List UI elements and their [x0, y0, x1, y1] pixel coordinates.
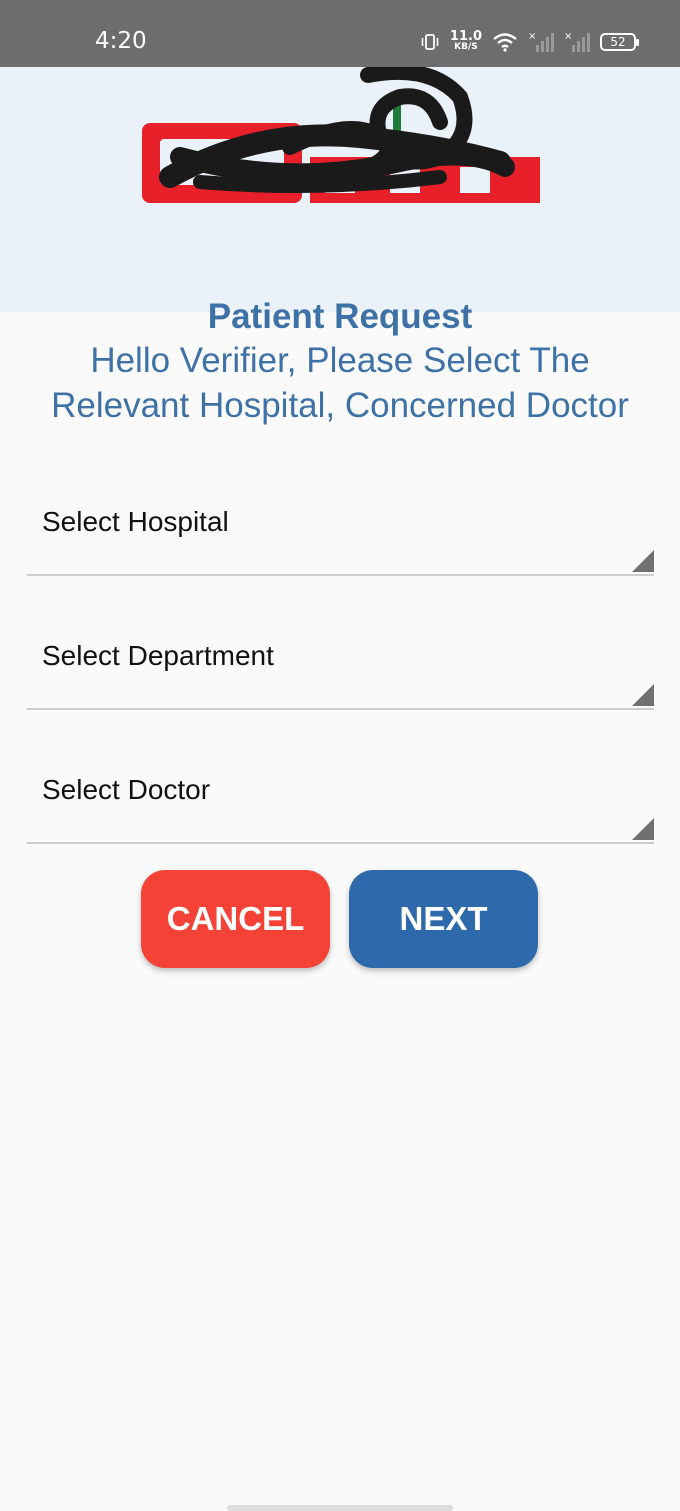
dropdown-arrow-icon: [632, 550, 654, 572]
svg-text:×: ×: [528, 31, 536, 42]
svg-text:×: ×: [564, 31, 572, 42]
hospital-select-label: Select Hospital: [42, 506, 229, 537]
hospital-select[interactable]: Select Hospital: [27, 486, 654, 576]
home-indicator[interactable]: [227, 1505, 453, 1511]
next-button[interactable]: NEXT: [349, 870, 538, 968]
instruction-text: Hello Verifier, Please Select The Releva…: [20, 338, 660, 428]
department-select[interactable]: Select Department: [27, 620, 654, 710]
network-speed-value: 11.0: [449, 29, 482, 44]
status-icons: 11.0 KB/S × × 52: [420, 29, 639, 55]
network-speed-unit: KB/S: [454, 42, 478, 52]
signal-icon: ×: [564, 31, 590, 52]
instruction-line-2: Relevant Hospital, Concerned Doctor: [51, 386, 629, 425]
header: Patient Request: [0, 67, 680, 336]
status-time: 4:20: [95, 28, 147, 54]
doctor-select[interactable]: Select Doctor: [27, 754, 654, 844]
hospital-logo: [142, 67, 540, 203]
wifi-icon: [493, 33, 517, 52]
battery-level: 52: [610, 35, 626, 49]
vibrate-icon: [421, 34, 439, 50]
battery-icon: 52: [600, 33, 639, 51]
dropdown-arrow-icon: [632, 818, 654, 840]
instruction-line-1: Hello Verifier, Please Select The: [90, 341, 590, 380]
status-bar: 4:20 11.0 KB/S × × 52: [0, 0, 680, 67]
page-title: Patient Request: [207, 297, 473, 336]
signal-icon: ×: [528, 31, 554, 52]
cancel-button[interactable]: CANCEL: [141, 870, 330, 968]
department-select-label: Select Department: [42, 640, 274, 671]
doctor-select-label: Select Doctor: [42, 774, 211, 805]
dropdown-arrow-icon: [632, 684, 654, 706]
network-speed: 11.0 KB/S: [449, 29, 482, 53]
